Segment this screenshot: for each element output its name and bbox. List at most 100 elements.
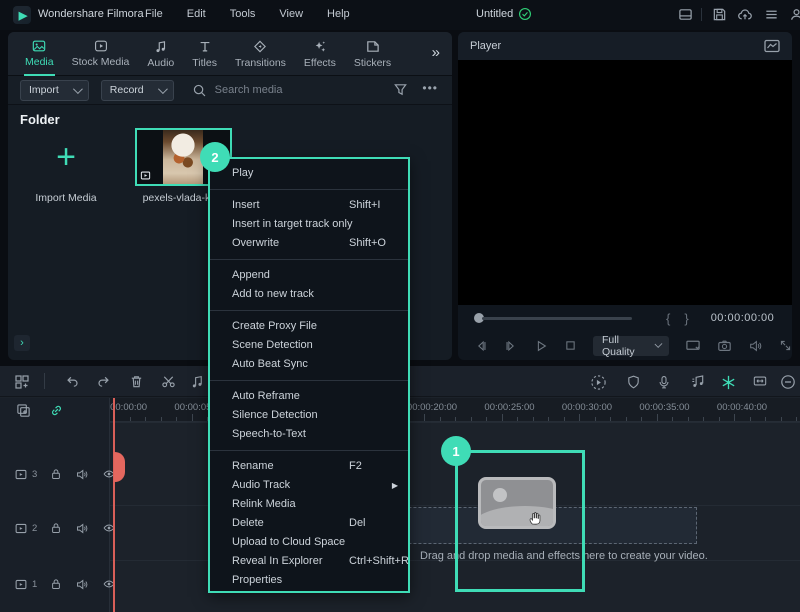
mark-out-icon[interactable]: }	[684, 311, 688, 326]
menu-item-label: Rename	[232, 460, 274, 472]
filter-icon[interactable]	[393, 82, 408, 97]
menu-item-insert[interactable]: InsertShift+I	[210, 196, 408, 215]
lock-track-icon[interactable]	[50, 467, 62, 481]
tab-titles[interactable]: Titles	[183, 32, 226, 76]
menu-item-reveal-in-explorer[interactable]: Reveal In ExplorerCtrl+Shift+R	[210, 552, 408, 571]
mute-track-icon[interactable]	[75, 522, 89, 535]
menu-item-audio-track[interactable]: Audio Track▶	[210, 476, 408, 495]
menu-view[interactable]: View	[279, 8, 303, 20]
menu-item-upload-to-cloud-space[interactable]: Upload to Cloud Space	[210, 533, 408, 552]
fit-timeline-icon[interactable]	[752, 374, 768, 388]
import-media-tile[interactable]: +	[20, 128, 112, 186]
menu-item-create-proxy-file[interactable]: Create Proxy File	[210, 317, 408, 336]
menu-separator	[210, 380, 408, 381]
snapshot-camera-icon[interactable]	[717, 339, 732, 353]
quality-dropdown[interactable]: Full Quality	[593, 336, 669, 356]
playhead-grip[interactable]	[114, 452, 125, 482]
mask-shield-icon[interactable]	[626, 374, 641, 390]
dragged-media-placeholder[interactable]	[478, 477, 556, 529]
menu-item-delete[interactable]: DeleteDel	[210, 514, 408, 533]
tab-effects[interactable]: Effects	[295, 32, 345, 76]
menu-item-silence-detection[interactable]: Silence Detection	[210, 406, 408, 425]
audio-icon	[154, 39, 168, 54]
menu-item-auto-beat-sync[interactable]: Auto Beat Sync	[210, 355, 408, 374]
collapse-panel-icon[interactable]: ›	[14, 335, 30, 351]
voiceover-mic-icon[interactable]	[657, 374, 671, 390]
menu-item-properties[interactable]: Properties	[210, 571, 408, 590]
record-dropdown[interactable]: Record	[101, 80, 174, 101]
search-input[interactable]	[215, 84, 395, 96]
more-options-icon[interactable]: •••	[422, 81, 438, 95]
title-bar: ▶ Wondershare Filmora FileEditToolsViewH…	[0, 0, 800, 30]
menu-item-label: Create Proxy File	[232, 320, 317, 332]
lock-track-icon[interactable]	[50, 521, 62, 535]
chevron-down-icon	[158, 84, 168, 94]
scopes-icon[interactable]	[764, 39, 780, 53]
menu-item-relink-media[interactable]: Relink Media	[210, 495, 408, 514]
video-track-icon	[14, 522, 28, 535]
tab-stock-media[interactable]: Stock Media	[63, 32, 139, 76]
menu-item-label: Scene Detection	[232, 339, 313, 351]
mark-in-icon[interactable]: {	[666, 311, 670, 326]
play-icon[interactable]	[534, 339, 548, 353]
quality-label: Full Quality	[602, 334, 648, 358]
video-track-icon	[14, 468, 28, 481]
split-scissors-icon[interactable]	[161, 374, 176, 389]
layout-icon[interactable]	[678, 7, 693, 22]
playhead-line[interactable]	[113, 398, 115, 612]
effects-icon	[312, 39, 328, 54]
menu-item-auto-reframe[interactable]: Auto Reframe	[210, 387, 408, 406]
auto-ripple-link-icon[interactable]	[49, 403, 64, 418]
import-dropdown[interactable]: Import	[20, 80, 89, 101]
delete-trash-icon[interactable]	[129, 374, 144, 389]
marker-icon[interactable]	[190, 374, 205, 389]
user-account-icon[interactable]	[789, 7, 800, 22]
save-icon[interactable]	[712, 7, 727, 22]
track-number: 1	[32, 579, 37, 590]
stop-icon[interactable]	[564, 339, 577, 352]
menu-item-speech-to-text[interactable]: Speech-to-Text	[210, 425, 408, 444]
more-tabs-icon[interactable]: »	[432, 44, 440, 61]
saved-check-icon	[518, 7, 532, 21]
mute-track-icon[interactable]	[75, 468, 89, 481]
cloud-upload-icon[interactable]	[737, 7, 753, 22]
ruler-tick	[657, 414, 658, 421]
redo-icon[interactable]	[96, 374, 112, 389]
tab-stickers[interactable]: Stickers	[345, 32, 400, 76]
seek-track[interactable]	[482, 317, 632, 320]
menu-help[interactable]: Help	[327, 8, 350, 20]
volume-icon[interactable]	[748, 339, 763, 353]
tab-transitions[interactable]: Transitions	[226, 32, 295, 76]
menu-file[interactable]: File	[145, 8, 163, 20]
divider	[44, 373, 45, 389]
lock-track-icon[interactable]	[50, 577, 62, 591]
tab-media[interactable]: Media	[16, 32, 63, 76]
track-number: 2	[32, 523, 37, 534]
workspace-grid-icon[interactable]	[14, 374, 30, 390]
menu-item-scene-detection[interactable]: Scene Detection	[210, 336, 408, 355]
mute-track-icon[interactable]	[75, 578, 89, 591]
keyframe-sparkle-icon[interactable]	[720, 374, 737, 391]
render-preview-icon[interactable]	[590, 374, 607, 391]
menu-item-insert-in-target-track-only[interactable]: Insert in target track only	[210, 215, 408, 234]
menu-item-play[interactable]: Play	[210, 164, 408, 183]
zoom-out-icon[interactable]	[780, 374, 796, 390]
menu-item-add-to-new-track[interactable]: Add to new track	[210, 285, 408, 304]
undo-icon[interactable]	[64, 374, 80, 389]
audio-mixer-icon[interactable]	[690, 374, 706, 389]
ruler-tick	[440, 417, 441, 421]
display-device-icon[interactable]	[685, 338, 701, 353]
menu-item-append[interactable]: Append	[210, 266, 408, 285]
submenu-arrow-icon: ▶	[392, 476, 398, 495]
tab-audio[interactable]: Audio	[138, 32, 183, 76]
fullscreen-icon[interactable]	[779, 339, 792, 352]
next-frame-icon[interactable]	[504, 339, 518, 353]
ruler-tick	[455, 417, 456, 421]
previous-frame-icon[interactable]	[474, 339, 488, 353]
add-track-icon[interactable]	[16, 403, 31, 418]
menu-item-overwrite[interactable]: OverwriteShift+O	[210, 234, 408, 253]
menu-tools[interactable]: Tools	[230, 8, 256, 20]
hamburger-menu-icon[interactable]	[764, 7, 779, 22]
menu-item-rename[interactable]: RenameF2	[210, 457, 408, 476]
menu-edit[interactable]: Edit	[187, 8, 206, 20]
